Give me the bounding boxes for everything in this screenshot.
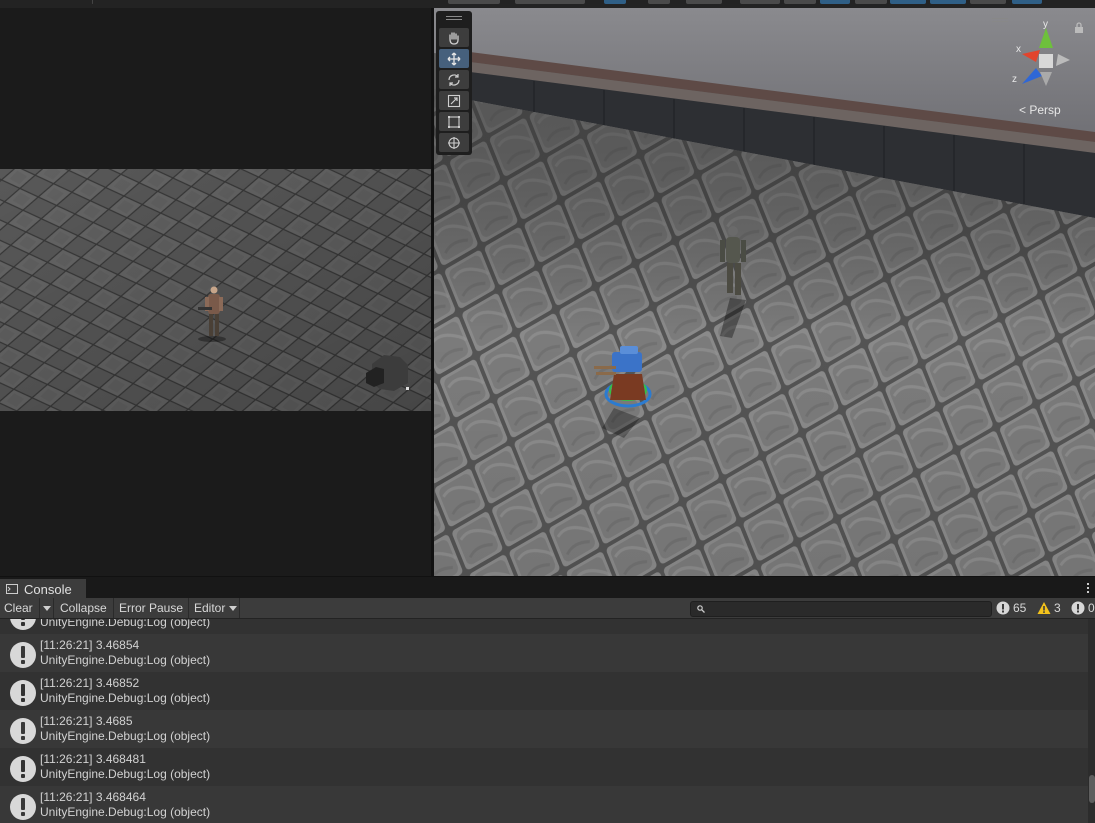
info-icon	[10, 619, 36, 630]
rotate-tool-button[interactable]	[439, 70, 469, 89]
info-icon	[10, 718, 36, 744]
log-message: [11:26:21] 3.46854	[40, 638, 140, 652]
warning-count: 3	[1054, 601, 1061, 615]
transform-tool-button[interactable]	[439, 133, 469, 152]
clear-button[interactable]: Clear	[0, 598, 40, 618]
search-icon	[697, 605, 705, 613]
log-source: UnityEngine.Debug:Log (object)	[40, 619, 211, 629]
scene-view[interactable]: y x z < Persp	[434, 8, 1095, 576]
scale-icon	[447, 94, 461, 107]
error-icon	[1071, 601, 1085, 615]
rotate-icon	[448, 73, 460, 86]
log-source: UnityEngine.Debug:Log (object)	[40, 767, 211, 781]
tab-console[interactable]: Console	[0, 579, 86, 599]
toolbar-button[interactable]	[604, 0, 626, 4]
console-tabbar: Console	[0, 576, 1095, 599]
toolbar-button[interactable]	[1012, 0, 1042, 4]
info-icon	[10, 756, 36, 782]
rect-transform-icon	[448, 115, 460, 128]
chevron-down-icon	[43, 605, 51, 611]
game-view-render[interactable]	[0, 169, 431, 411]
log-row[interactable]: [11:26:21] 3.468481 UnityEngine.Debug:Lo…	[0, 748, 1088, 786]
log-row[interactable]: UnityEngine.Debug:Log (object)	[0, 619, 1088, 634]
error-count-toggle[interactable]: 0	[1071, 599, 1095, 617]
log-source: UnityEngine.Debug:Log (object)	[40, 805, 211, 819]
console-scrollbar-thumb[interactable]	[1089, 775, 1095, 803]
info-icon	[10, 680, 36, 706]
info-icon	[996, 601, 1010, 615]
toolbar-button[interactable]	[740, 0, 780, 4]
toolbar-button[interactable]	[686, 0, 722, 4]
console-icon	[6, 584, 18, 594]
gizmo-x-label: x	[1016, 44, 1021, 55]
game-view[interactable]	[0, 8, 431, 576]
toolbar-button[interactable]	[930, 0, 966, 4]
tool-palette-grip[interactable]	[446, 16, 462, 17]
editor-dropdown[interactable]: Editor	[190, 598, 240, 618]
toolbar-button[interactable]	[648, 0, 670, 4]
error-pause-label: Error Pause	[119, 601, 184, 615]
log-message: [11:26:21] 3.46852	[40, 676, 140, 690]
gizmo-z-label: z	[1012, 74, 1017, 85]
log-row[interactable]: [11:26:21] 3.468464 UnityEngine.Debug:Lo…	[0, 786, 1088, 823]
log-message: [11:26:21] 3.468464	[40, 790, 146, 804]
log-row[interactable]: [11:26:21] 3.46854 UnityEngine.Debug:Log…	[0, 634, 1088, 672]
info-count-toggle[interactable]: 65	[996, 599, 1026, 617]
persp-arrow-icon: <	[1019, 103, 1027, 117]
log-message: [11:26:21] 3.4685	[40, 714, 133, 728]
log-row[interactable]: [11:26:21] 3.46852 UnityEngine.Debug:Log…	[0, 672, 1088, 710]
editor-label: Editor	[194, 601, 226, 615]
error-count: 0	[1088, 601, 1095, 615]
scale-tool-button[interactable]	[439, 91, 469, 110]
hand-tool-button[interactable]	[439, 28, 469, 47]
rect-tool-button[interactable]	[439, 112, 469, 131]
collapse-label: Collapse	[60, 601, 107, 615]
collapse-button[interactable]: Collapse	[56, 598, 114, 618]
info-icon	[10, 642, 36, 668]
console-options-menu[interactable]	[1085, 580, 1091, 596]
console-tab-label: Console	[24, 581, 72, 597]
toolbar-button[interactable]	[515, 0, 585, 4]
toolbar-button[interactable]	[784, 0, 816, 4]
info-count: 65	[1013, 601, 1027, 615]
clear-options-dropdown[interactable]	[40, 598, 54, 618]
toolbar-button[interactable]	[890, 0, 926, 4]
log-message: [11:26:21] 3.468481	[40, 752, 146, 766]
error-pause-button[interactable]: Error Pause	[115, 598, 189, 618]
hand-icon	[449, 31, 459, 45]
top-toolbar-strip	[0, 0, 1095, 8]
lock-icon[interactable]	[1074, 22, 1084, 34]
warning-icon	[1037, 602, 1051, 614]
chevron-down-icon	[229, 605, 238, 611]
toolbar-button[interactable]	[820, 0, 850, 4]
warning-count-toggle[interactable]: 3	[1037, 599, 1061, 617]
log-row[interactable]: [11:26:21] 3.4685 UnityEngine.Debug:Log …	[0, 710, 1088, 748]
toolbar-button[interactable]	[970, 0, 1006, 4]
log-source: UnityEngine.Debug:Log (object)	[40, 653, 211, 667]
log-source: UnityEngine.Debug:Log (object)	[40, 729, 211, 743]
move-icon	[447, 52, 461, 65]
scene-view-render[interactable]	[434, 8, 1095, 576]
toolbar-button[interactable]	[448, 0, 500, 4]
clear-label: Clear	[4, 601, 33, 615]
gizmo-y-label: y	[1043, 19, 1048, 30]
console-search-input[interactable]	[690, 601, 992, 617]
console-log-list[interactable]: UnityEngine.Debug:Log (object) [11:26:21…	[0, 619, 1088, 823]
projection-toggle[interactable]: < Persp	[1019, 103, 1061, 117]
move-tool-button[interactable]	[439, 49, 469, 68]
info-icon	[10, 794, 36, 820]
log-source: UnityEngine.Debug:Log (object)	[40, 691, 211, 705]
tool-palette	[436, 11, 472, 155]
console-toolbar: Clear Collapse Error Pause Editor 65 3 0	[0, 598, 1095, 619]
console-panel: Console Clear Collapse Error Pause Edito…	[0, 576, 1095, 823]
projection-label: Persp	[1029, 103, 1061, 117]
toolbar-button[interactable]	[855, 0, 887, 4]
transform-icon	[448, 136, 460, 149]
